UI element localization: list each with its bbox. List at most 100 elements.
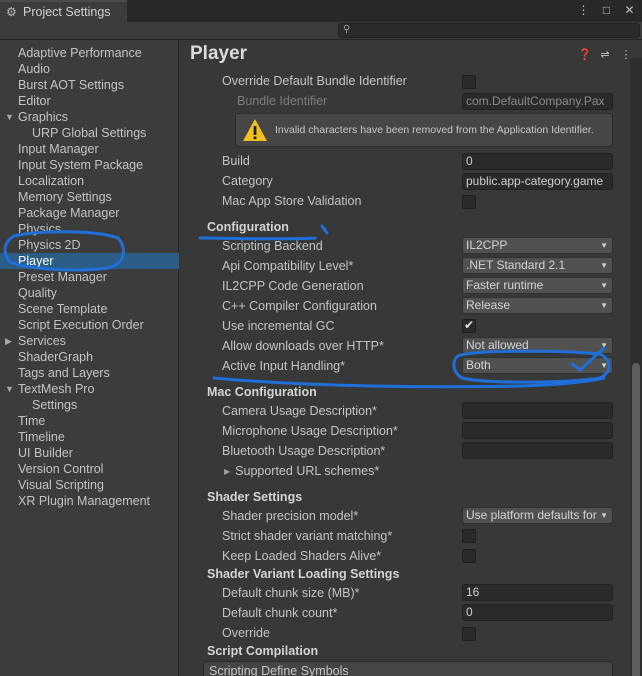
sidebar-item-urp-global-settings[interactable]: URP Global Settings bbox=[0, 125, 179, 141]
sidebar-item-physics[interactable]: Physics bbox=[0, 221, 179, 237]
chevron-down-icon: ▼ bbox=[600, 511, 608, 520]
search-input[interactable]: ⚲ bbox=[338, 23, 640, 38]
keep-loaded-shaders-checkbox[interactable] bbox=[462, 549, 476, 563]
sidebar-item-burst-aot-settings[interactable]: Burst AOT Settings bbox=[0, 77, 179, 93]
il2cpp-codegen-dropdown[interactable]: Faster runtime ▼ bbox=[462, 277, 613, 294]
active-input-dropdown[interactable]: Both ▼ bbox=[462, 357, 613, 374]
category-field[interactable]: public.app-category.game bbox=[462, 173, 613, 190]
sidebar-item-preset-manager[interactable]: Preset Manager bbox=[0, 269, 179, 285]
api-compatibility-dropdown[interactable]: .NET Standard 2.1 ▼ bbox=[462, 257, 613, 274]
sidebar-item-settings[interactable]: Settings bbox=[0, 397, 179, 413]
sidebar-item-label: Visual Scripting bbox=[18, 478, 104, 492]
active-input-label: Active Input Handling* bbox=[222, 359, 345, 373]
sidebar-item-label: Settings bbox=[32, 398, 78, 412]
sidebar-item-quality[interactable]: Quality bbox=[0, 285, 179, 301]
bluetooth-usage-field[interactable] bbox=[462, 442, 613, 459]
sidebar-item-xr-plugin-management[interactable]: XR Plugin Management bbox=[0, 493, 179, 509]
sidebar-item-editor[interactable]: Editor bbox=[0, 93, 179, 109]
more-options-icon[interactable]: ⋮ bbox=[577, 3, 590, 17]
close-icon[interactable]: ✕ bbox=[623, 3, 636, 17]
keep-loaded-shaders-label: Keep Loaded Shaders Alive* bbox=[222, 549, 382, 563]
sidebar-item-memory-settings[interactable]: Memory Settings bbox=[0, 189, 179, 205]
chevron-down-icon: ▼ bbox=[600, 341, 608, 350]
sidebar-item-script-execution-order[interactable]: Script Execution Order bbox=[0, 317, 179, 333]
warning-icon bbox=[243, 119, 267, 141]
sidebar-item-graphics[interactable]: ▼ Graphics bbox=[0, 109, 179, 125]
sidebar-item-time[interactable]: Time bbox=[0, 413, 179, 429]
script-compilation-header: Script Compilation bbox=[207, 644, 319, 658]
sidebar-item-label: Localization bbox=[18, 174, 85, 188]
warning-box: Invalid characters have been removed fro… bbox=[235, 113, 613, 147]
microphone-usage-field[interactable] bbox=[462, 422, 613, 439]
sidebar-item-version-control[interactable]: Version Control bbox=[0, 461, 179, 477]
override-checkbox[interactable] bbox=[462, 627, 476, 641]
window-buttons: ⋮ □ ✕ bbox=[577, 3, 636, 17]
page-title: Player bbox=[190, 43, 248, 64]
sidebar-item-player[interactable]: Player bbox=[0, 253, 179, 269]
allow-http-dropdown[interactable]: Not allowed ▼ bbox=[462, 337, 613, 354]
override-bundle-checkbox[interactable] bbox=[462, 75, 476, 89]
sidebar-item-adaptive-performance[interactable]: Adaptive Performance bbox=[0, 45, 179, 61]
bundle-identifier-field: com.DefaultCompany.Pax bbox=[462, 93, 613, 110]
sidebar-item-timeline[interactable]: Timeline bbox=[0, 429, 179, 445]
search-icon: ⚲ bbox=[343, 24, 351, 35]
sidebar-item-visual-scripting[interactable]: Visual Scripting bbox=[0, 477, 179, 493]
sidebar-item-audio[interactable]: Audio bbox=[0, 61, 179, 77]
allow-http-label: Allow downloads over HTTP* bbox=[222, 339, 384, 353]
sidebar-item-label: Input Manager bbox=[18, 142, 99, 156]
sidebar-item-textmesh-pro[interactable]: ▼ TextMesh Pro bbox=[0, 381, 179, 397]
preset-icon[interactable]: ⇌ bbox=[599, 48, 611, 61]
project-settings-tab[interactable]: ⚙ Project Settings bbox=[0, 0, 127, 22]
chunk-count-field[interactable]: 0 bbox=[462, 604, 613, 621]
sidebar-item-ui-builder[interactable]: UI Builder bbox=[0, 445, 179, 461]
scripting-backend-dropdown[interactable]: IL2CPP ▼ bbox=[462, 237, 613, 254]
window-titlebar: ⚙ Project Settings ⋮ □ ✕ bbox=[0, 0, 642, 22]
incremental-gc-checkbox[interactable]: ✔ bbox=[462, 318, 476, 333]
cpp-compiler-dropdown[interactable]: Release ▼ bbox=[462, 297, 613, 314]
supported-url-schemes-foldout[interactable]: ▶ Supported URL schemes* bbox=[224, 464, 379, 478]
category-label: Category bbox=[222, 174, 273, 188]
sidebar-item-tags-and-layers[interactable]: Tags and Layers bbox=[0, 365, 179, 381]
caret-down-icon[interactable]: ▼ bbox=[5, 109, 14, 125]
sidebar-item-input-manager[interactable]: Input Manager bbox=[0, 141, 179, 157]
scripting-backend-value: IL2CPP bbox=[466, 238, 508, 252]
sidebar-item-scene-template[interactable]: Scene Template bbox=[0, 301, 179, 317]
chunk-count-label: Default chunk count* bbox=[222, 606, 338, 620]
sidebar-item-label: Audio bbox=[18, 62, 50, 76]
il2cpp-codegen-label: IL2CPP Code Generation bbox=[222, 279, 364, 293]
sidebar-item-services[interactable]: ▶ Services bbox=[0, 333, 179, 349]
cpp-compiler-value: Release bbox=[466, 298, 511, 312]
shader-precision-dropdown[interactable]: Use platform defaults for ▼ bbox=[462, 507, 613, 524]
shader-variant-loading-header: Shader Variant Loading Settings bbox=[207, 567, 400, 581]
mac-configuration-header: Mac Configuration bbox=[207, 385, 317, 399]
sidebar-item-input-system-package[interactable]: Input System Package bbox=[0, 157, 179, 173]
sidebar-item-label: Player bbox=[18, 254, 54, 268]
maximize-icon[interactable]: □ bbox=[600, 3, 613, 17]
microphone-usage-label: Microphone Usage Description* bbox=[222, 424, 398, 438]
sidebar-item-physics-2d[interactable]: Physics 2D bbox=[0, 237, 179, 253]
settings-sidebar: Adaptive Performance Audio Burst AOT Setti… bbox=[0, 40, 179, 676]
help-icon[interactable]: ❓ bbox=[578, 48, 592, 61]
strict-variant-checkbox[interactable] bbox=[462, 529, 476, 543]
sidebar-item-shadergraph[interactable]: ShaderGraph bbox=[0, 349, 179, 365]
caret-right-icon: ▶ bbox=[224, 467, 231, 476]
sidebar-item-label: Preset Manager bbox=[18, 270, 107, 284]
scrollbar-thumb[interactable] bbox=[632, 363, 640, 676]
build-field[interactable]: 0 bbox=[462, 153, 613, 170]
scripting-define-symbols-list[interactable]: Scripting Define Symbols bbox=[203, 661, 613, 676]
camera-usage-field[interactable] bbox=[462, 402, 613, 419]
chunk-size-field[interactable]: 16 bbox=[462, 584, 613, 601]
inspector-scrollbar[interactable] bbox=[630, 58, 642, 676]
sidebar-item-localization[interactable]: Localization bbox=[0, 173, 179, 189]
mac-app-store-validation-checkbox[interactable] bbox=[462, 195, 476, 209]
sidebar-item-package-manager[interactable]: Package Manager bbox=[0, 205, 179, 221]
sidebar-item-label: Burst AOT Settings bbox=[18, 78, 125, 92]
header-icons: ❓ ⇌ ⋮ bbox=[578, 48, 632, 61]
caret-down-icon[interactable]: ▼ bbox=[5, 381, 14, 397]
inspector-panel: Player ❓ ⇌ ⋮ Override Default Bundle Ide… bbox=[180, 40, 642, 676]
cpp-compiler-label: C++ Compiler Configuration bbox=[222, 299, 377, 313]
caret-right-icon[interactable]: ▶ bbox=[5, 333, 12, 349]
chevron-down-icon: ▼ bbox=[600, 361, 608, 370]
sidebar-item-label: Services bbox=[18, 334, 66, 348]
chevron-down-icon: ▼ bbox=[600, 241, 608, 250]
